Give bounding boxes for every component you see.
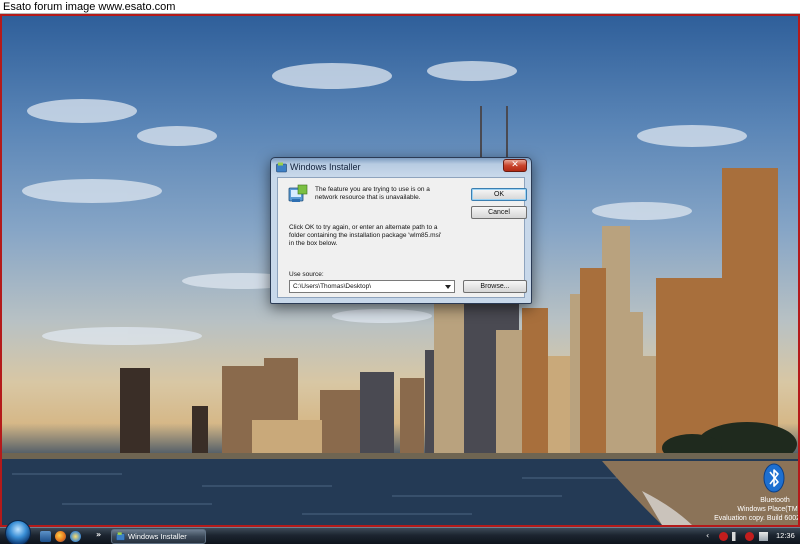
firefox-icon[interactable] bbox=[55, 531, 66, 542]
browse-button[interactable]: Browse... bbox=[463, 280, 527, 293]
close-button[interactable]: ✕ bbox=[503, 159, 527, 172]
quick-launch-more[interactable]: » bbox=[96, 530, 101, 540]
speaker-icon[interactable] bbox=[759, 532, 768, 541]
windows-build-watermark: Windows Place(TM) Evaluation copy. Build… bbox=[692, 505, 800, 523]
taskbar: » Windows Installer ‹ 12:36 bbox=[0, 520, 800, 544]
chevron-down-icon[interactable] bbox=[445, 285, 451, 289]
dialog-titlebar[interactable]: Windows Installer ✕ bbox=[271, 158, 531, 176]
watermark-line-2: Evaluation copy. Build 6002 bbox=[714, 515, 800, 522]
bluetooth-label: Bluetooth bbox=[760, 497, 790, 504]
network-error-icon[interactable] bbox=[745, 532, 754, 541]
use-source-label: Use source: bbox=[289, 271, 324, 278]
bluetooth-icon[interactable] bbox=[763, 463, 785, 493]
windows-installer-dialog: Windows Installer ✕ The feature you are … bbox=[270, 157, 532, 304]
clock[interactable]: 12:36 bbox=[776, 531, 795, 541]
windows-orb-icon[interactable] bbox=[5, 520, 31, 544]
volume-icon[interactable] bbox=[732, 532, 741, 541]
forum-watermark-banner: Esato forum image www.esato.com bbox=[0, 0, 800, 14]
message-secondary: Click OK to try again, or enter an alter… bbox=[289, 224, 442, 247]
system-tray: ‹ 12:36 bbox=[704, 528, 800, 544]
internet-explorer-icon[interactable] bbox=[70, 531, 81, 542]
source-path-combobox[interactable]: C:\Users\Thomas\Desktop\ bbox=[289, 280, 455, 293]
source-path-value: C:\Users\Thomas\Desktop\ bbox=[293, 283, 372, 290]
watermark-line-1: Windows Place(TM) bbox=[737, 506, 800, 513]
cancel-button[interactable]: Cancel bbox=[471, 206, 527, 219]
taskbar-button-label: Windows Installer bbox=[128, 532, 187, 541]
desktop[interactable]: Windows Installer ✕ The feature you are … bbox=[0, 14, 800, 527]
ok-button[interactable]: OK bbox=[471, 188, 527, 201]
dialog-title: Windows Installer bbox=[290, 162, 361, 172]
windows-installer-icon bbox=[276, 162, 287, 173]
message-primary: The feature you are trying to use is on … bbox=[315, 186, 430, 201]
dialog-body: The feature you are trying to use is on … bbox=[277, 177, 527, 298]
windows-installer-icon bbox=[116, 532, 125, 541]
show-desktop-icon[interactable] bbox=[40, 531, 51, 542]
banner-text: Esato forum image www.esato.com bbox=[3, 1, 176, 13]
security-alert-icon[interactable] bbox=[719, 532, 728, 541]
show-hidden-icons-chevron[interactable]: ‹ bbox=[706, 530, 714, 540]
taskbar-button-windows-installer[interactable]: Windows Installer bbox=[111, 529, 206, 544]
installer-package-icon bbox=[288, 184, 308, 202]
